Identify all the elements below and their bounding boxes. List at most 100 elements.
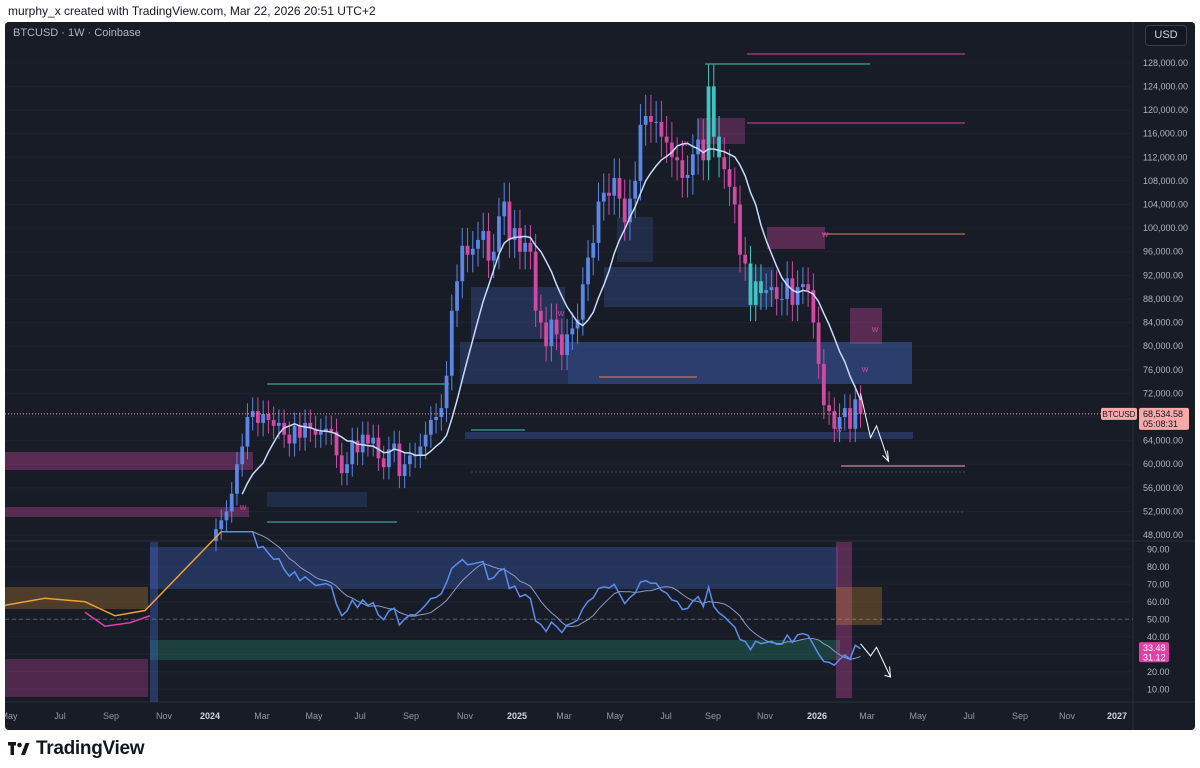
candle-body	[439, 408, 444, 417]
price-tick-label: 100,000.00	[1143, 223, 1188, 233]
price-tick-label: 60,000.00	[1143, 459, 1183, 469]
price-tick-label: 64,000.00	[1143, 436, 1183, 446]
candle-body	[821, 363, 826, 406]
candle-body	[465, 245, 470, 255]
time-tick-label: Mar	[254, 711, 270, 721]
candle-body	[240, 446, 245, 465]
candle-body	[732, 186, 737, 205]
bar-countdown-text: 05:08:31	[1143, 419, 1178, 429]
candle-body	[402, 464, 407, 477]
candle-body	[355, 440, 360, 453]
candle-body	[518, 228, 522, 252]
candle-body	[287, 434, 292, 444]
candle-body	[633, 180, 638, 199]
candle-body	[654, 121, 659, 123]
rsi-tick-label: 50.00	[1147, 614, 1170, 624]
candle-body	[832, 411, 837, 429]
candle-body	[659, 121, 664, 137]
zone	[568, 342, 912, 384]
price-tick-label: 56,000.00	[1143, 483, 1183, 493]
candle-body	[743, 254, 748, 264]
price-tick-label: 128,000.00	[1143, 58, 1188, 68]
time-tick-label: Nov	[1059, 711, 1076, 721]
tradingview-logo-icon	[8, 742, 30, 755]
rsi-tick-label: 90.00	[1147, 544, 1170, 554]
candle-body	[544, 322, 549, 347]
candle-body	[759, 281, 763, 294]
zone	[267, 492, 367, 507]
candle-body	[276, 422, 281, 426]
candle-body	[470, 248, 475, 255]
price-tick-label: 84,000.00	[1143, 318, 1183, 328]
time-tick-label: Sep	[1012, 711, 1028, 721]
candle-body	[523, 242, 528, 252]
candle-body	[229, 493, 234, 512]
candle-body	[601, 192, 606, 202]
creator-caption: murphy_x created with TradingView.com, M…	[8, 4, 376, 18]
chart-frame[interactable]: WWWWWWW 128,000.00 124,000.00 120,000.00 11…	[5, 22, 1195, 730]
candle-body	[444, 375, 449, 409]
price-chart[interactable]: WWWWWWW 128,000.00124,000.00120,000.0011…	[5, 22, 1195, 730]
candle-body	[434, 417, 438, 420]
candle-body	[848, 408, 852, 429]
candle-body	[617, 177, 622, 199]
price-tick-label: 104,000.00	[1143, 200, 1188, 210]
time-tick-label: May	[5, 711, 18, 721]
rsi-tick-label: 80.00	[1147, 562, 1170, 572]
price-tick-label: 92,000.00	[1143, 270, 1183, 280]
candle-body	[800, 284, 805, 288]
candle-body	[774, 287, 779, 299]
symbol-label: BTCUSD · 1W · Coinbase	[13, 27, 141, 39]
candle-body	[491, 251, 496, 261]
candle-body	[643, 115, 648, 125]
rsi-tick-label: 40.00	[1147, 632, 1170, 642]
price-tick-label: 76,000.00	[1143, 365, 1183, 375]
candle-body	[366, 434, 370, 444]
tradingview-brand: TradingView	[36, 738, 145, 759]
rsi-tick-label: 70.00	[1147, 579, 1170, 589]
zone	[604, 267, 774, 307]
candle-body	[738, 204, 742, 255]
candle-body	[649, 115, 653, 122]
candle-body	[696, 139, 700, 155]
candle-body	[596, 201, 601, 243]
candle-body	[455, 281, 459, 311]
candle-body	[318, 431, 323, 435]
pattern-annotation: W	[862, 367, 869, 374]
candle-body	[297, 425, 302, 438]
rsi-tick-label: 60.00	[1147, 597, 1170, 607]
candle-body	[565, 334, 569, 356]
candle-body	[816, 322, 821, 364]
candle-body	[559, 334, 564, 356]
candle-body	[339, 455, 344, 474]
time-tick-label: Jul	[963, 711, 975, 721]
candle-body	[418, 446, 423, 456]
candle-body	[638, 124, 643, 181]
candle-body	[717, 136, 721, 158]
time-tick-label: May	[305, 711, 323, 721]
candle-body	[622, 198, 627, 223]
price-tick-label: 48,000.00	[1143, 530, 1183, 540]
price-tick-label: 88,000.00	[1143, 294, 1183, 304]
rsi-tick-label: 10.00	[1147, 684, 1170, 694]
rsi-tick-label: 20.00	[1147, 667, 1170, 677]
zone	[836, 587, 882, 625]
currency-button[interactable]: USD	[1145, 25, 1187, 46]
price-tick-label: 52,000.00	[1143, 506, 1183, 516]
time-tick-label: Jul	[660, 711, 672, 721]
candle-body	[780, 298, 784, 300]
pattern-annotation: W	[822, 232, 829, 239]
candle-body	[570, 328, 575, 335]
candle-body	[449, 310, 454, 376]
candle-body	[591, 242, 596, 258]
time-tick-label: Jul	[354, 711, 366, 721]
candle-body	[827, 405, 831, 412]
candle-body	[397, 443, 402, 477]
candle-body	[554, 319, 559, 335]
time-tick-label: 2026	[807, 711, 827, 721]
candle-body	[837, 417, 842, 429]
zone	[465, 432, 913, 439]
candle-body	[292, 425, 297, 444]
candle-body	[549, 319, 554, 347]
candle-body	[423, 434, 428, 447]
